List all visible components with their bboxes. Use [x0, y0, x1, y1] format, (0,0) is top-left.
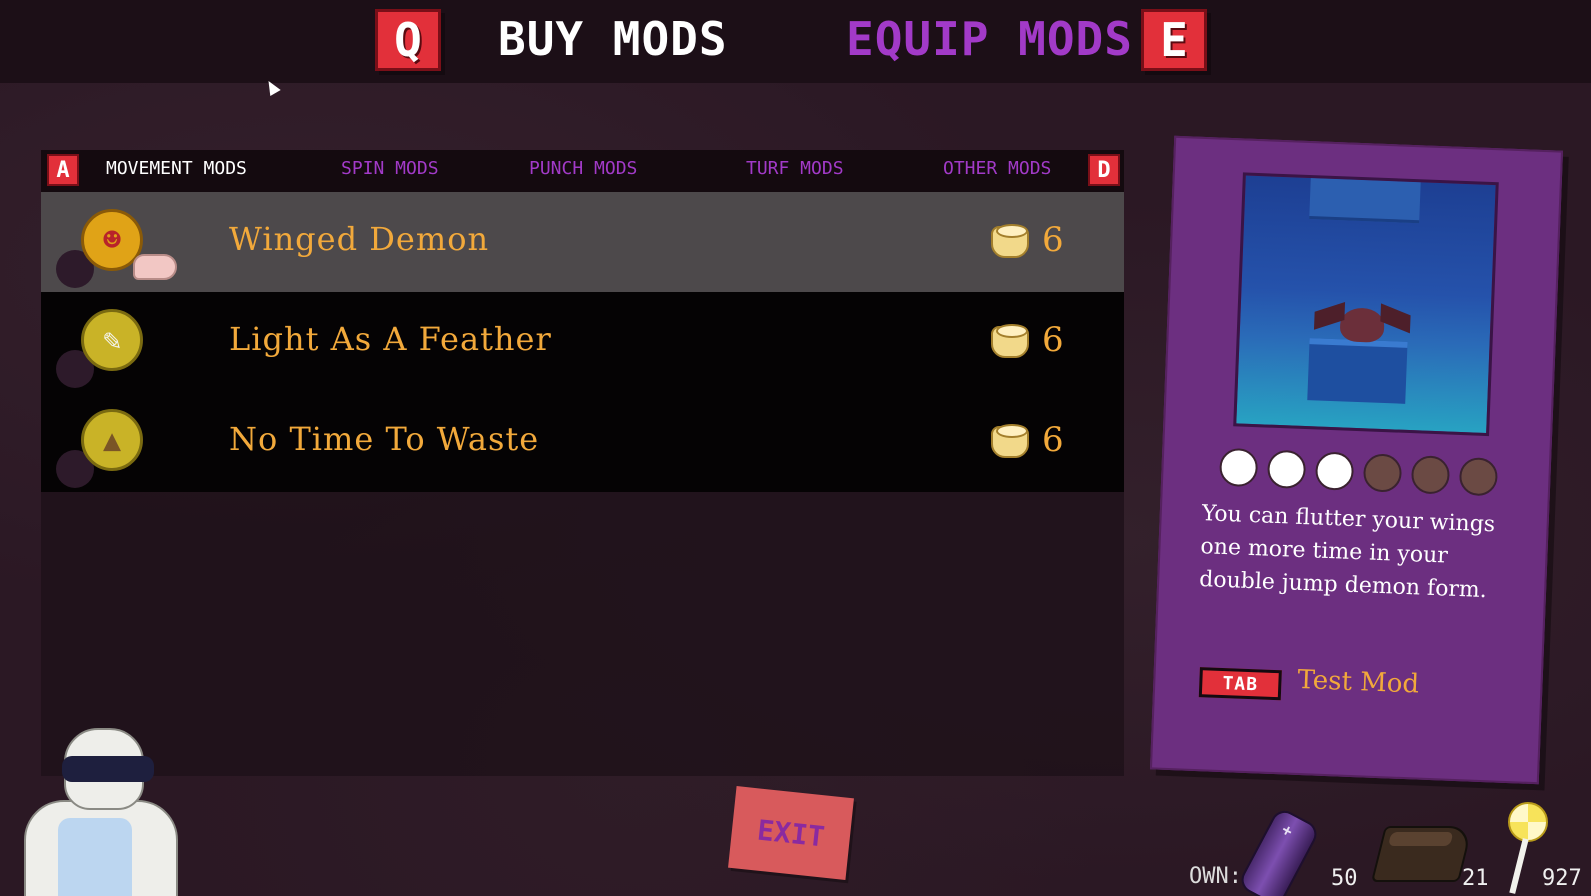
- test-mod-button[interactable]: Test Mod: [1297, 665, 1420, 700]
- tab-key-icon[interactable]: TAB: [1198, 667, 1282, 701]
- cake-icon: [1371, 826, 1473, 882]
- level-dot: [1218, 447, 1259, 488]
- mod-detail-card: You can flutter your wings one more time…: [1149, 135, 1564, 785]
- mod-list: ☻ Winged Demon 6 ✎ Light As A Feather 6 …: [41, 192, 1124, 776]
- mod-preview-image: [1233, 172, 1499, 437]
- exit-button[interactable]: EXIT: [728, 786, 854, 880]
- marshmallow-coin-icon: [991, 324, 1029, 358]
- d-key-icon[interactable]: D: [1088, 154, 1120, 186]
- tab-turf-mods[interactable]: TURF MODS: [746, 158, 844, 179]
- mod-price: 6: [1042, 320, 1064, 360]
- buy-mods-tab[interactable]: BUY MODS: [498, 12, 728, 66]
- mummy-character: [14, 728, 178, 896]
- e-key-icon[interactable]: E: [1141, 9, 1207, 71]
- marshmallow-coin-icon: [991, 224, 1029, 258]
- category-tabs: A MOVEMENT MODS SPIN MODS PUNCH MODS TUR…: [41, 150, 1124, 192]
- mod-level-dots: [1218, 447, 1520, 503]
- cake-count: 21: [1462, 866, 1489, 891]
- lollipop-candy: [1508, 802, 1548, 842]
- bat-demon-icon: [1339, 307, 1385, 343]
- q-key-icon[interactable]: Q: [375, 9, 441, 71]
- battery-count: 50: [1331, 866, 1358, 891]
- mod-price: 6: [1042, 220, 1064, 260]
- level-dot: [1314, 451, 1355, 491]
- candy-count: 927: [1542, 866, 1582, 891]
- boot-icon: ▲: [81, 409, 143, 471]
- pointing-hand-icon: [133, 254, 177, 280]
- tab-movement-mods[interactable]: MOVEMENT MODS: [106, 158, 247, 179]
- mod-name: Winged Demon: [229, 220, 490, 258]
- lollipop-stick: [1509, 838, 1529, 894]
- preview-pillar: [1309, 178, 1421, 224]
- own-label: OWN:: [1189, 864, 1242, 889]
- level-dot: [1458, 456, 1499, 497]
- equip-mods-tab[interactable]: EQUIP MODS: [846, 12, 1133, 66]
- mummy-vest: [58, 818, 132, 896]
- game-screen: Q BUY MODS EQUIP MODS E A MOVEMENT MODS …: [0, 0, 1591, 896]
- tab-spin-mods[interactable]: SPIN MODS: [341, 158, 439, 179]
- mod-name: Light As A Feather: [229, 320, 552, 358]
- tab-punch-mods[interactable]: PUNCH MODS: [529, 158, 637, 179]
- tab-other-mods[interactable]: OTHER MODS: [943, 158, 1051, 179]
- feather-icon: ✎: [81, 309, 143, 371]
- mod-row-no-time-to-waste[interactable]: ▲ No Time To Waste 6: [41, 392, 1124, 492]
- marshmallow-coin-icon: [991, 424, 1029, 458]
- mod-row-light-as-a-feather[interactable]: ✎ Light As A Feather 6: [41, 292, 1124, 392]
- mod-description: You can flutter your wings one more time…: [1198, 501, 1496, 604]
- mummy-mask: [62, 756, 154, 782]
- level-dot: [1410, 455, 1451, 495]
- level-dot: [1266, 449, 1307, 490]
- e-key-label: E: [1160, 13, 1188, 67]
- top-bar: Q BUY MODS EQUIP MODS E: [0, 0, 1591, 83]
- a-key-icon[interactable]: A: [47, 154, 79, 186]
- q-key-label: Q: [394, 13, 422, 67]
- mod-name: No Time To Waste: [229, 420, 540, 458]
- mod-price: 6: [1042, 420, 1064, 460]
- mod-row-winged-demon[interactable]: ☻ Winged Demon 6: [41, 192, 1124, 292]
- level-dot: [1362, 453, 1403, 493]
- battery-icon: [1236, 806, 1322, 896]
- preview-platform: [1307, 338, 1408, 404]
